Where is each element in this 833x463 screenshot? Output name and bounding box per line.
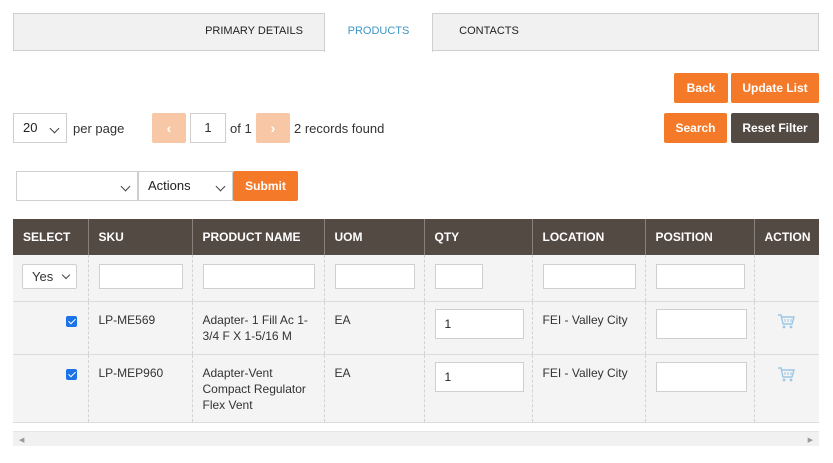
column-header-uom: UOM <box>324 219 425 255</box>
submit-button[interactable]: Submit <box>233 171 298 201</box>
cart-icon[interactable] <box>777 365 795 383</box>
chevron-down-icon <box>120 181 131 192</box>
qty-input[interactable]: 1 <box>434 308 524 339</box>
bulk-select[interactable] <box>16 171 138 201</box>
scroll-left-arrow-icon[interactable]: ◀ <box>19 436 24 444</box>
records-found-label: 2 records found <box>294 121 385 136</box>
update-list-button[interactable]: Update List <box>731 73 819 103</box>
prev-page-button[interactable]: ‹ <box>152 113 186 143</box>
uom-cell: EA <box>324 301 425 355</box>
select-filter-dropdown[interactable]: Yes <box>22 264 77 289</box>
product-name-cell: Adapter- 1 Fill Ac 1-3/4 F X 1-5/16 M <box>192 301 325 355</box>
position-filter-input[interactable] <box>655 264 745 289</box>
qty-input[interactable]: 1 <box>434 361 524 392</box>
tab-contacts[interactable]: CONTACTS <box>433 13 545 51</box>
search-button[interactable]: Search <box>664 113 727 143</box>
products-table: SELECT SKU PRODUCT NAME UOM QTY LOCATION… <box>13 219 819 423</box>
table-header-row: SELECT SKU PRODUCT NAME UOM QTY LOCATION… <box>13 219 819 255</box>
sku-cell: LP-MEP960 <box>88 354 193 423</box>
location-cell: FEI - Valley City <box>532 301 646 355</box>
per-page-label: per page <box>73 121 125 136</box>
chevron-down-icon <box>49 123 60 134</box>
filter-row: Yes <box>13 255 819 302</box>
tab-products[interactable]: PRODUCTS <box>324 13 433 52</box>
next-page-button[interactable]: › <box>256 113 290 143</box>
sku-filter-input[interactable] <box>98 264 183 289</box>
table-row: LP-MEP960 Adapter-Vent Compact Regulator… <box>13 354 819 423</box>
page-number-input[interactable]: 1 <box>190 113 226 143</box>
tab-primary-details[interactable]: PRIMARY DETAILS <box>184 13 324 51</box>
reset-filter-button[interactable]: Reset Filter <box>731 113 819 143</box>
page-of-label: of 1 <box>230 121 252 136</box>
column-header-location: LOCATION <box>532 219 646 255</box>
column-header-qty: QTY <box>424 219 533 255</box>
actions-select[interactable]: Actions <box>138 171 233 201</box>
chevron-down-icon <box>61 270 71 280</box>
qty-filter-input[interactable] <box>434 264 483 289</box>
column-header-position: POSITION <box>645 219 755 255</box>
location-cell: FEI - Valley City <box>532 354 646 423</box>
sku-cell: LP-ME569 <box>88 301 193 355</box>
product-name-filter-input[interactable] <box>202 264 315 289</box>
per-page-value: 20 <box>23 120 38 135</box>
per-page-select[interactable]: 20 <box>13 113 67 143</box>
chevron-down-icon <box>215 181 226 192</box>
uom-cell: EA <box>324 354 425 423</box>
position-input[interactable] <box>655 308 747 339</box>
row-select-checkbox[interactable] <box>66 368 77 380</box>
uom-filter-input[interactable] <box>334 264 415 289</box>
product-name-cell: Adapter-Vent Compact Regulator Flex Vent <box>192 354 325 423</box>
row-select-checkbox[interactable] <box>66 315 77 327</box>
location-filter-input[interactable] <box>542 264 636 289</box>
position-input[interactable] <box>655 361 747 392</box>
scroll-right-arrow-icon[interactable]: ▶ <box>808 436 813 444</box>
select-filter-value: Yes <box>32 269 54 284</box>
column-header-select: SELECT <box>13 219 89 255</box>
column-header-action: ACTION <box>754 219 819 255</box>
tab-bar: PRIMARY DETAILS PRODUCTS CONTACTS <box>13 13 819 52</box>
horizontal-scrollbar[interactable]: ◀ ▶ <box>13 431 819 446</box>
table-row: LP-ME569 Adapter- 1 Fill Ac 1-3/4 F X 1-… <box>13 301 819 355</box>
actions-select-value: Actions <box>148 178 191 193</box>
column-header-sku: SKU <box>88 219 193 255</box>
cart-icon[interactable] <box>777 312 795 330</box>
column-header-product-name: PRODUCT NAME <box>192 219 325 255</box>
back-button[interactable]: Back <box>674 73 728 103</box>
